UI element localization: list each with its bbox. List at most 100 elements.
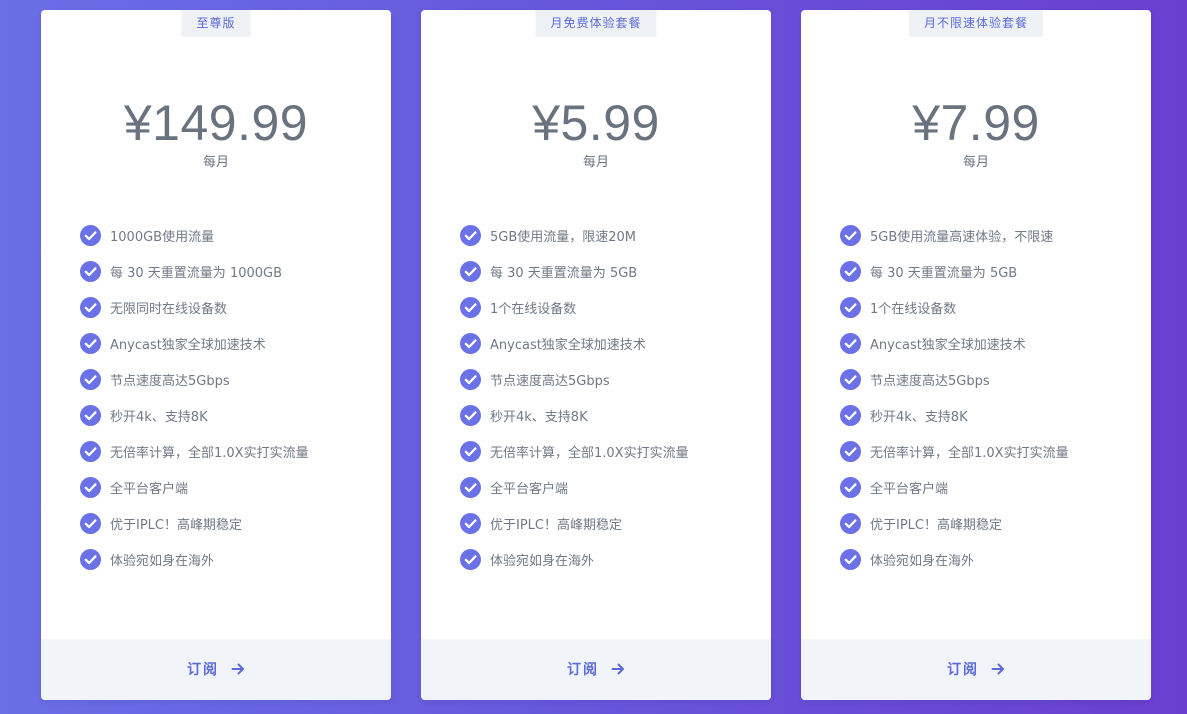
feature-text: 无倍率计算，全部1.0X实打实流量 — [870, 445, 1069, 461]
feature-item: 体验宛如身在海外 — [460, 541, 761, 577]
check-circle-icon — [840, 512, 861, 534]
feature-item: 节点速度高达5Gbps — [840, 361, 1141, 397]
feature-item: 无限同时在线设备数 — [80, 289, 381, 325]
plan-badge: 至尊版 — [181, 10, 251, 37]
feature-text: 1个在线设备数 — [870, 301, 957, 317]
feature-item: 秒开4k、支持8K — [80, 397, 381, 433]
feature-item: 无倍率计算，全部1.0X实打实流量 — [840, 433, 1141, 469]
check-circle-icon — [460, 440, 481, 462]
feature-item: 全平台客户端 — [460, 469, 761, 505]
feature-item: Anycast独家全球加速技术 — [460, 325, 761, 361]
check-circle-icon — [460, 548, 481, 570]
feature-list: 5GB使用流量，限速20M 每 30 天重置流量为 5GB 1个在线设备数 Anyca… — [460, 217, 761, 577]
feature-text: 节点速度高达5Gbps — [110, 373, 230, 389]
feature-item: 5GB使用流量，限速20M — [460, 217, 761, 253]
feature-text: 全平台客户端 — [490, 481, 569, 497]
feature-item: 无倍率计算，全部1.0X实打实流量 — [460, 433, 761, 469]
feature-item: 全平台客户端 — [80, 469, 381, 505]
feature-item: 全平台客户端 — [840, 469, 1141, 505]
feature-text: 5GB使用流量，限速20M — [490, 229, 637, 245]
feature-item: 节点速度高达5Gbps — [460, 361, 761, 397]
feature-text: 节点速度高达5Gbps — [490, 373, 610, 389]
plan-badge: 月免费体验套餐 — [535, 10, 657, 37]
feature-item: 1000GB使用流量 — [80, 217, 381, 253]
check-circle-icon — [460, 512, 481, 534]
check-circle-icon — [80, 548, 101, 570]
feature-item: 无倍率计算，全部1.0X实打实流量 — [80, 433, 381, 469]
pricing-cards: 至尊版 ¥149.99 每月 1000GB使用流量每 30 天重置流量为 100… — [0, 0, 1187, 714]
feature-text: 全平台客户端 — [110, 481, 189, 497]
feature-list: 5GB使用流量高速体验，不限速每 30 天重置流量为 5GB 1个在线设备数 Any… — [840, 217, 1141, 577]
plan-period: 每月 — [582, 155, 609, 170]
check-circle-icon — [840, 332, 861, 354]
feature-text: 优于IPLC！高峰期稳定 — [110, 517, 242, 533]
feature-text: 体验宛如身在海外 — [490, 553, 595, 569]
feature-text: Anycast独家全球加速技术 — [870, 337, 1026, 353]
check-circle-icon — [80, 476, 101, 498]
check-circle-icon — [460, 332, 481, 354]
check-circle-icon — [80, 512, 101, 534]
arrow-right-icon — [991, 663, 1004, 675]
feature-text: 优于IPLC！高峰期稳定 — [870, 517, 1002, 533]
check-circle-icon — [460, 404, 481, 426]
plan-price: ¥149.99 — [123, 95, 309, 151]
check-circle-icon — [80, 260, 101, 282]
subscribe-button[interactable]: 订阅 — [187, 659, 245, 679]
subscribe-button[interactable]: 订阅 — [567, 659, 625, 679]
feature-item: 每 30 天重置流量为 5GB — [460, 253, 761, 289]
feature-text: 5GB使用流量高速体验，不限速 — [870, 229, 1054, 245]
plan-card: 至尊版 ¥149.99 每月 1000GB使用流量每 30 天重置流量为 100… — [41, 10, 391, 700]
feature-item: 优于IPLC！高峰期稳定 — [840, 505, 1141, 541]
feature-text: 每 30 天重置流量为 5GB — [870, 265, 1018, 281]
feature-text: 优于IPLC！高峰期稳定 — [490, 517, 622, 533]
feature-item: 秒开4k、支持8K — [840, 397, 1141, 433]
plan-period: 每月 — [202, 155, 229, 170]
feature-text: 秒开4k、支持8K — [110, 409, 208, 425]
plan-badge: 月不限速体验套餐 — [908, 10, 1044, 37]
check-circle-icon — [840, 224, 861, 246]
feature-item: 每 30 天重置流量为 5GB — [840, 253, 1141, 289]
feature-item: 节点速度高达5Gbps — [80, 361, 381, 397]
check-circle-icon — [80, 368, 101, 390]
check-circle-icon — [80, 224, 101, 246]
check-circle-icon — [840, 296, 861, 318]
feature-text: 体验宛如身在海外 — [870, 553, 975, 569]
check-circle-icon — [80, 296, 101, 318]
check-circle-icon — [840, 548, 861, 570]
check-circle-icon — [840, 368, 861, 390]
check-circle-icon — [840, 404, 861, 426]
check-circle-icon — [840, 260, 861, 282]
arrow-right-icon — [611, 663, 624, 675]
feature-text: 1000GB使用流量 — [110, 229, 215, 245]
feature-text: 体验宛如身在海外 — [110, 553, 215, 569]
check-circle-icon — [840, 440, 861, 462]
feature-item: 体验宛如身在海外 — [80, 541, 381, 577]
feature-item: 1个在线设备数 — [840, 289, 1141, 325]
subscribe-label: 订阅 — [567, 662, 599, 678]
feature-text: 1个在线设备数 — [490, 301, 577, 317]
check-circle-icon — [840, 476, 861, 498]
check-circle-icon — [80, 332, 101, 354]
feature-item: Anycast独家全球加速技术 — [840, 325, 1141, 361]
plan-footer: 订阅 — [801, 639, 1151, 700]
subscribe-button[interactable]: 订阅 — [947, 659, 1005, 679]
check-circle-icon — [460, 260, 481, 282]
feature-item: 每 30 天重置流量为 1000GB — [80, 253, 381, 289]
check-circle-icon — [460, 224, 481, 246]
feature-text: Anycast独家全球加速技术 — [490, 337, 646, 353]
feature-item: 5GB使用流量高速体验，不限速 — [840, 217, 1141, 253]
feature-text: 每 30 天重置流量为 5GB — [490, 265, 638, 281]
plan-card: 月不限速体验套餐 ¥7.99 每月 5GB使用流量高速体验，不限速每 30 天重… — [801, 10, 1151, 700]
check-circle-icon — [80, 404, 101, 426]
feature-list: 1000GB使用流量每 30 天重置流量为 1000GB 无限同时在线设备数 Any… — [80, 217, 381, 577]
plan-period: 每月 — [962, 155, 989, 170]
feature-text: 每 30 天重置流量为 1000GB — [110, 265, 283, 281]
feature-text: 全平台客户端 — [870, 481, 949, 497]
plan-footer: 订阅 — [421, 639, 771, 700]
feature-text: 秒开4k、支持8K — [870, 409, 968, 425]
feature-item: 优于IPLC！高峰期稳定 — [460, 505, 761, 541]
check-circle-icon — [460, 296, 481, 318]
feature-text: 秒开4k、支持8K — [490, 409, 588, 425]
arrow-right-icon — [231, 663, 244, 675]
feature-text: 无倍率计算，全部1.0X实打实流量 — [490, 445, 689, 461]
